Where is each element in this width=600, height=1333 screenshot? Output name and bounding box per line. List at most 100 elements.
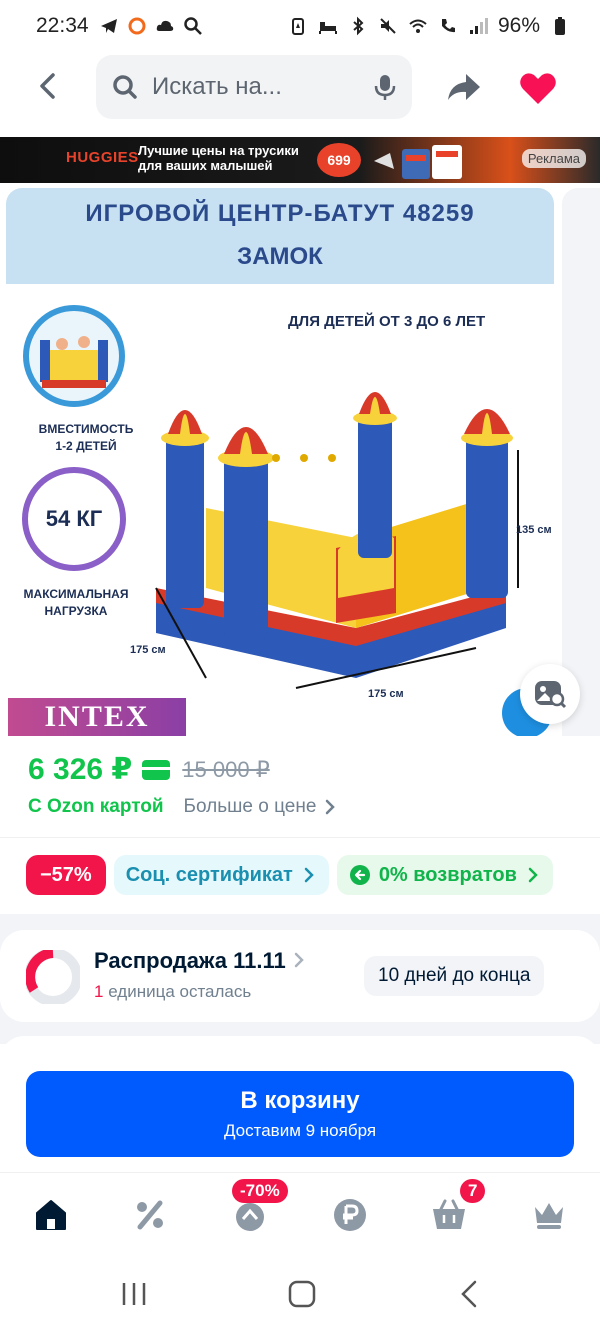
ring-icon xyxy=(128,17,146,35)
ozon-card-label: С Ozon картой xyxy=(28,796,164,817)
battery-percent: 96% xyxy=(497,14,540,37)
ad-slogan-line2: для ваших малышей xyxy=(138,158,273,173)
chevron-right-icon xyxy=(528,867,538,883)
image-age-text: ДЛЯ ДЕТЕЙ ОТ 3 ДО 6 ЛЕТ xyxy=(288,313,486,330)
signal-icon xyxy=(469,18,488,34)
image-search-icon xyxy=(535,681,567,709)
divider xyxy=(0,837,600,838)
home-system-button[interactable] xyxy=(282,1276,322,1312)
recents-button[interactable] xyxy=(114,1276,154,1312)
promo-badge: -70% xyxy=(232,1179,288,1203)
share-button[interactable] xyxy=(442,66,486,110)
price-details-row[interactable]: С Ozon картой Больше о цене xyxy=(28,796,338,818)
telegram-icon xyxy=(100,19,117,33)
mute-icon xyxy=(380,18,396,34)
dimension-depth: 175 см xyxy=(130,644,166,656)
certificate-chip[interactable]: Соц. сертификат xyxy=(113,855,329,895)
more-about-price-link[interactable]: Больше о цене xyxy=(184,796,317,818)
status-time: 22:34 xyxy=(36,14,89,37)
search-placeholder: Искать на... xyxy=(152,73,282,100)
system-navigation xyxy=(0,1254,600,1333)
top-bar: Искать на... xyxy=(0,52,600,126)
max-weight-badge: 54 КГ xyxy=(22,467,126,571)
bottom-navigation: -70% 7 xyxy=(0,1172,600,1254)
add-to-cart-button[interactable]: В корзину Доставим 9 ноября xyxy=(26,1071,574,1157)
back-system-button[interactable] xyxy=(450,1276,490,1312)
search-icon xyxy=(183,17,202,35)
discount-badge: −57% xyxy=(26,855,106,895)
home-square-icon xyxy=(288,1280,316,1308)
sale-logo-icon xyxy=(26,950,80,1004)
bed-icon xyxy=(318,22,337,34)
microphone-icon[interactable] xyxy=(374,73,396,101)
ad-slogan-line1: Лучшие цены на трусики xyxy=(138,143,299,158)
units-left-text: единица осталась xyxy=(108,982,252,1001)
capacity-line2: 1-2 ДЕТЕЙ xyxy=(55,439,117,453)
back-icon xyxy=(40,73,55,99)
wifi-icon xyxy=(409,19,427,33)
recents-icon xyxy=(122,1283,146,1305)
chevron-right-icon xyxy=(326,799,336,815)
image-title-line1: ИГРОВОЙ ЦЕНТР-БАТУТ 48259 xyxy=(85,200,475,227)
dimension-width: 175 см xyxy=(368,688,404,700)
chevron-right-icon xyxy=(294,952,304,968)
nav-premium[interactable] xyxy=(527,1193,571,1237)
heart-icon xyxy=(520,73,556,104)
ad-brand: HUGGIES xyxy=(66,149,139,166)
search-input[interactable]: Искать на... xyxy=(96,55,412,119)
nav-finance[interactable] xyxy=(328,1193,372,1237)
load-line1: МАКСИМАЛЬНАЯ xyxy=(23,587,129,601)
chevron-right-icon xyxy=(304,867,314,883)
ozon-card-icon xyxy=(142,759,171,780)
kids-photo-circle xyxy=(23,305,125,407)
returns-label: 0% возвратов xyxy=(378,863,517,886)
crown-icon xyxy=(535,1203,563,1229)
bounce-castle-illustration xyxy=(155,392,519,689)
diaper-packs-icon xyxy=(374,145,462,179)
badge-chips: −57% Соц. сертификат 0% возвратов xyxy=(26,855,553,895)
returns-chip[interactable]: 0% возвратов xyxy=(336,855,553,895)
percent-icon xyxy=(137,1200,163,1230)
units-left-number: 1 xyxy=(94,982,104,1001)
share-icon xyxy=(448,74,480,100)
current-price: 6 326 ₽ xyxy=(28,753,133,786)
return-icon xyxy=(349,865,370,885)
sale-block[interactable]: Распродажа 11.11 1 единица осталась 10 д… xyxy=(0,930,600,1022)
battery-saver-icon xyxy=(291,18,304,35)
status-bar: 22:34 96% xyxy=(0,0,600,52)
capacity-line1: ВМЕСТИМОСТЬ xyxy=(38,422,134,436)
product-image-gallery[interactable]: ИГРОВОЙ ЦЕНТР-БАТУТ 48259 ЗАМОК ДЛЯ ДЕТЕ… xyxy=(6,188,554,736)
image-title-line2: ЗАМОК xyxy=(237,243,323,270)
back-button[interactable] xyxy=(28,66,68,106)
next-image-peek[interactable] xyxy=(562,188,600,736)
nav-home[interactable] xyxy=(29,1193,73,1237)
ad-banner[interactable]: HUGGIES Лучшие цены на трусики для ваших… xyxy=(0,137,600,183)
cart-count-badge: 7 xyxy=(460,1179,486,1203)
load-label: МАКСИМАЛЬНАЯ НАГРУЗКА xyxy=(6,586,146,620)
add-to-cart-label: В корзину xyxy=(240,1087,360,1114)
back-system-icon xyxy=(461,1280,477,1308)
ruble-icon xyxy=(334,1199,366,1231)
sale-title: Распродажа 11.11 xyxy=(94,948,306,974)
battery-icon xyxy=(555,17,565,35)
load-line2: НАГРУЗКА xyxy=(44,604,108,618)
old-price: 15 000 ₽ xyxy=(182,756,270,782)
cart-icon xyxy=(433,1199,465,1229)
capacity-label: ВМЕСТИМОСТЬ 1-2 ДЕТЕЙ xyxy=(16,421,156,455)
call-icon xyxy=(441,19,455,33)
ad-label: Реклама xyxy=(521,149,586,168)
units-left: 1 единица осталась xyxy=(94,982,251,1002)
cloud-icon xyxy=(156,20,173,31)
nav-discounts[interactable] xyxy=(128,1193,172,1237)
price-row: 6 326 ₽ 15 000 ₽ xyxy=(28,752,270,787)
search-icon xyxy=(113,75,137,99)
bluetooth-icon xyxy=(353,16,364,36)
favorite-button[interactable] xyxy=(516,66,560,110)
days-left-badge: 10 дней до конца xyxy=(364,956,545,996)
sale-title-text: Распродажа 11.11 xyxy=(94,948,286,973)
dimension-height: 135 см xyxy=(516,524,552,536)
ad-slogan: Лучшие цены на трусики для ваших малышей xyxy=(138,143,299,173)
find-similar-button[interactable] xyxy=(520,664,580,724)
home-icon xyxy=(36,1200,66,1230)
certificate-label: Соц. сертификат xyxy=(125,863,293,886)
